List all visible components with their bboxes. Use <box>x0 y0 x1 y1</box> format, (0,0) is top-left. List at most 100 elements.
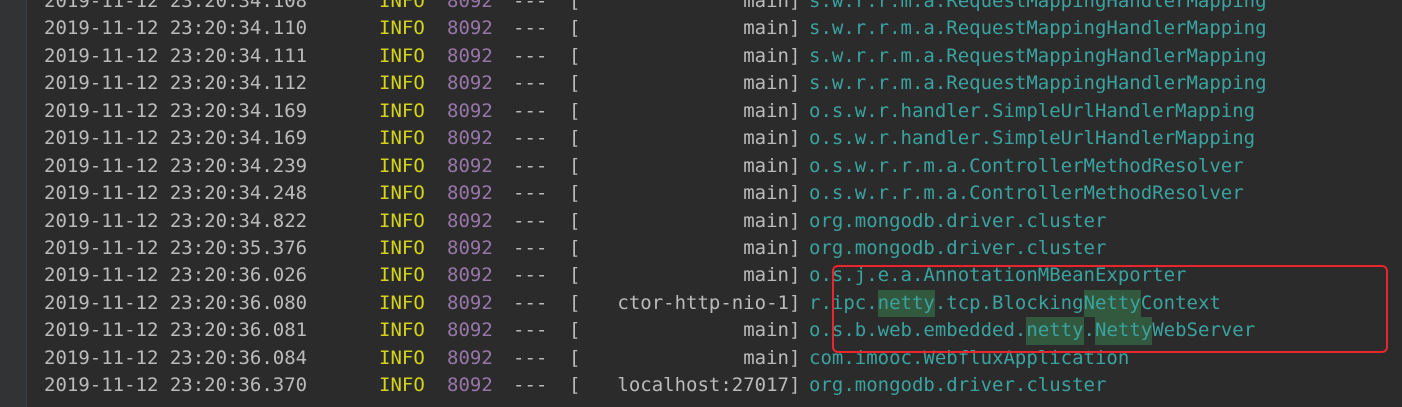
log-separator: --- <box>513 291 548 314</box>
log-thread: main <box>743 182 789 205</box>
log-pid: 8092 <box>447 72 493 95</box>
log-level: INFO <box>379 236 425 259</box>
log-separator: --- <box>513 374 548 397</box>
log-line[interactable]: 2019-11-12 23:20:34.110 INFO 8092 --- [main]… <box>44 15 1267 42</box>
log-pid: 8092 <box>447 264 493 287</box>
thread-bracket-close: ] <box>789 319 801 342</box>
thread-bracket-open: [ <box>569 154 581 177</box>
log-separator: --- <box>513 127 548 150</box>
thread-bracket-open: [ <box>569 236 581 259</box>
log-thread: main <box>743 346 789 369</box>
thread-bracket-open: [ <box>569 346 581 369</box>
log-level: INFO <box>379 319 425 342</box>
log-separator: --- <box>513 72 548 95</box>
log-line[interactable]: 2019-11-12 23:20:34.822 INFO 8092 --- [ main]… <box>44 208 1267 235</box>
log-thread: main <box>743 17 789 40</box>
log-level: INFO <box>379 291 425 314</box>
log-level: INFO <box>379 264 425 287</box>
log-line[interactable]: 2019-11-12 23:20:34.169 INFO 8092 --- [main]… <box>44 125 1267 152</box>
thread-bracket-close: ] <box>789 374 801 397</box>
thread-bracket-close: ] <box>789 44 801 67</box>
log-separator: --- <box>513 0 548 12</box>
log-separator: --- <box>513 236 548 259</box>
log-line[interactable]: 2019-11-12 23:20:34.112 INFO 8092 --- [main]… <box>44 70 1267 97</box>
log-separator: --- <box>513 17 548 40</box>
log-thread: ctor-http-nio-1 <box>617 291 789 314</box>
log-line[interactable]: 2019-11-12 23:20:34.169 INFO 8092 --- [main]… <box>44 98 1267 125</box>
log-thread: main <box>743 154 789 177</box>
log-line[interactable]: 2019-11-12 23:20:35.376 INFO 8092 --- [main]… <box>44 235 1267 262</box>
thread-bracket-close: ] <box>789 99 801 122</box>
log-logger: o.s.w.r.r.m.a.ControllerMethodResolver <box>809 180 1244 207</box>
log-level: INFO <box>379 99 425 122</box>
thread-bracket-close: ] <box>789 17 801 40</box>
log-level: INFO <box>379 154 425 177</box>
logger-segment: org.mongodb.driver.cluster <box>809 209 1107 232</box>
log-thread: main <box>743 236 789 259</box>
thread-bracket-close: ] <box>789 346 801 369</box>
log-separator: --- <box>513 99 548 122</box>
log-thread: main <box>743 44 789 67</box>
thread-bracket-open: [ <box>569 17 581 40</box>
log-thread: main <box>743 72 789 95</box>
log-level: INFO <box>379 182 425 205</box>
log-timestamp: 2019-11-12 23:20:36.080 <box>44 291 308 314</box>
thread-bracket-close: ] <box>789 154 801 177</box>
log-timestamp: 2019-11-12 23:20:36.084 <box>44 346 308 369</box>
log-thread: main <box>743 264 789 287</box>
log-separator: --- <box>513 209 548 232</box>
log-pid: 8092 <box>447 0 493 12</box>
thread-bracket-open: [ <box>569 99 581 122</box>
thread-bracket-close: ] <box>789 264 801 287</box>
log-thread: main <box>743 209 789 232</box>
console-output[interactable]: 2019-11-12 23:20:34.108 INFO 8092 --- [main]… <box>0 0 1402 407</box>
logger-segment: o.s.w.r.r.m.a.ControllerMethodResolver <box>809 182 1244 205</box>
thread-bracket-close: ] <box>789 209 801 232</box>
log-separator: --- <box>513 346 548 369</box>
log-thread: main <box>743 0 789 12</box>
log-logger: o.s.w.r.r.m.a.ControllerMethodResolver <box>809 153 1244 180</box>
log-line[interactable]: 2019-11-12 23:20:34.248 INFO 8092 --- [main]… <box>44 180 1267 207</box>
log-timestamp: 2019-11-12 23:20:34.169 <box>44 127 308 150</box>
log-logger: s.w.r.r.m.a.RequestMappingHandlerMapping <box>809 15 1267 42</box>
log-logger: s.w.r.r.m.a.RequestMappingHandlerMapping <box>809 43 1267 70</box>
log-pid: 8092 <box>447 182 493 205</box>
log-timestamp: 2019-11-12 23:20:34.112 <box>44 72 308 95</box>
logger-segment: o.s.w.r.handler.SimpleUrlHandlerMapping <box>809 127 1256 150</box>
log-line[interactable]: 2019-11-12 23:20:34.111 INFO 8092 --- [main]… <box>44 43 1267 70</box>
log-pid: 8092 <box>447 291 493 314</box>
thread-bracket-close: ] <box>789 0 801 12</box>
thread-bracket-open: [ <box>569 44 581 67</box>
log-level: INFO <box>379 209 425 232</box>
thread-bracket-open: [ <box>569 72 581 95</box>
log-separator: --- <box>513 44 548 67</box>
thread-bracket-open: [ <box>569 264 581 287</box>
log-line[interactable]: 2019-11-12 23:20:36.370 INFO 8092 --- [local… <box>44 372 1267 399</box>
thread-bracket-open: [ <box>569 127 581 150</box>
logger-segment: org.mongodb.driver.cluster <box>809 236 1107 259</box>
thread-bracket-close: ] <box>789 127 801 150</box>
log-thread: main <box>743 99 789 122</box>
log-level: INFO <box>379 72 425 95</box>
log-timestamp: 2019-11-12 23:20:34.111 <box>44 44 308 67</box>
logger-segment: s.w.r.r.m.a.RequestMappingHandlerMapping <box>809 44 1267 67</box>
thread-bracket-close: ] <box>789 291 801 314</box>
log-line[interactable]: 2019-11-12 23:20:34.239 INFO 8092 --- [main]… <box>44 153 1267 180</box>
log-pid: 8092 <box>447 209 493 232</box>
thread-bracket-open: [ <box>569 209 581 232</box>
log-pid: 8092 <box>447 319 493 342</box>
logger-segment: s.w.r.r.m.a.RequestMappingHandlerMapping <box>809 17 1267 40</box>
log-separator: --- <box>513 264 548 287</box>
log-timestamp: 2019-11-12 23:20:34.248 <box>44 182 308 205</box>
logger-segment: s.w.r.r.m.a.RequestMappingHandlerMapping <box>809 72 1267 95</box>
log-thread: main <box>743 319 789 342</box>
thread-bracket-open: [ <box>569 374 581 397</box>
thread-bracket-open: [ <box>569 319 581 342</box>
log-timestamp: 2019-11-12 23:20:35.376 <box>44 236 308 259</box>
log-pid: 8092 <box>447 346 493 369</box>
thread-bracket-open: [ <box>569 291 581 314</box>
annotation-highlight-box <box>832 265 1388 353</box>
log-line[interactable]: 2019-11-12 23:20:34.108 INFO 8092 --- [main]… <box>44 0 1267 15</box>
log-timestamp: 2019-11-12 23:20:34.822 <box>44 209 308 232</box>
logger-segment: s.w.r.r.m.a.RequestMappingHandlerMapping <box>809 0 1267 12</box>
